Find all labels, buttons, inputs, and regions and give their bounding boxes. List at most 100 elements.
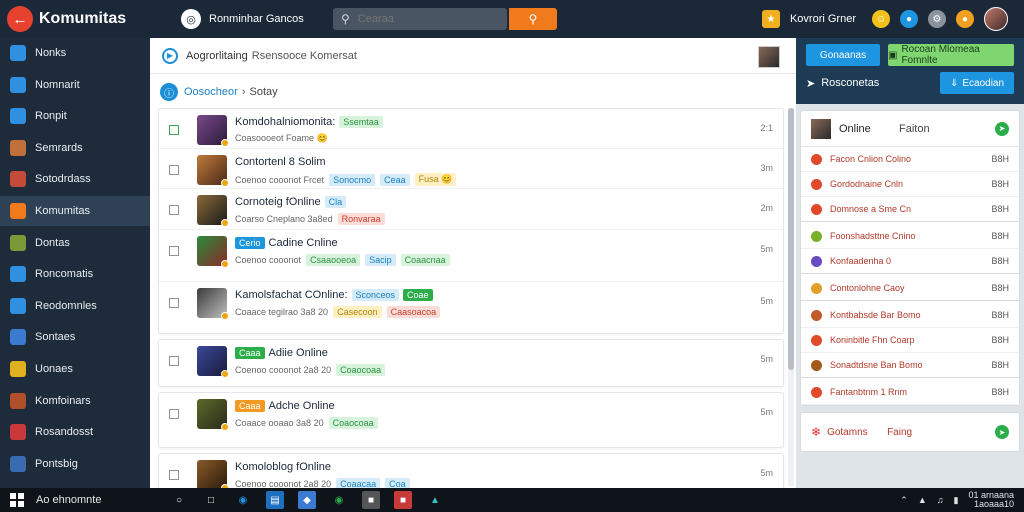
- scrollbar[interactable]: [788, 108, 794, 486]
- row-subtitle: Coaace ooaao 3a8 20: [235, 418, 324, 428]
- chart-icon: ➤: [806, 77, 816, 90]
- row-checkbox[interactable]: [169, 125, 179, 135]
- emoji-icon[interactable]: ☺: [872, 10, 890, 28]
- sidebar-item-nomnarit[interactable]: Nomnarit: [0, 70, 150, 100]
- online-entry[interactable]: Kontbabsde Bar Bomo B8H: [801, 303, 1019, 328]
- battery-icon[interactable]: ▮: [954, 495, 959, 506]
- task-view-icon[interactable]: □: [202, 491, 220, 509]
- notifications-icon[interactable]: ●: [900, 10, 918, 28]
- taskbar-search[interactable]: Ao ehnomnte: [36, 494, 156, 506]
- sidebar-item-label: Semrards: [35, 141, 83, 154]
- entry-value: B8H: [991, 204, 1009, 214]
- online-entry[interactable]: Facon Cnlion Colino B8H: [801, 147, 1019, 172]
- sidebar-item-dontas[interactable]: Dontas: [0, 228, 150, 258]
- row-body: Komdohalniomonita: Ssemtaa Coasoooeot Foam…: [235, 115, 383, 144]
- online-entry[interactable]: Gordodnaine Cnln B8H: [801, 172, 1019, 197]
- back-arrow-icon[interactable]: ←: [7, 6, 33, 32]
- row-title[interactable]: Kamolsfachat COnline:: [235, 289, 348, 301]
- user-name[interactable]: Kovrori Grner: [790, 13, 856, 25]
- row-title[interactable]: Cornoteig fOnline: [235, 196, 321, 208]
- sidebar-item-semrards[interactable]: Semrards: [0, 133, 150, 163]
- online-entry[interactable]: Konfaadenha 0 B8H: [801, 249, 1019, 274]
- row-checkbox[interactable]: [169, 356, 179, 366]
- sidebar-item-nonks[interactable]: Nonks: [0, 38, 150, 68]
- row-title[interactable]: Adche Online: [269, 400, 335, 412]
- sidebar-item-roncomatis[interactable]: Roncomatis: [0, 259, 150, 289]
- trophy-icon[interactable]: ★: [761, 10, 780, 28]
- online-entry[interactable]: Contonlohne Caoy B8H: [801, 276, 1019, 301]
- row-title[interactable]: Komdohalniomonita:: [235, 116, 335, 128]
- thread-avatar: [197, 236, 229, 268]
- online-entry[interactable]: Koninbitle Fhn Coarp B8H: [801, 328, 1019, 353]
- clock[interactable]: 01 arnaana 1aoaaa10: [968, 491, 1014, 509]
- row-checkbox[interactable]: [169, 409, 179, 419]
- search-box[interactable]: ⚲: [333, 8, 507, 30]
- breadcrumb-parent[interactable]: Oosocheor: [184, 86, 238, 98]
- sidebar-item-reodomnles[interactable]: Reodomnles: [0, 291, 150, 321]
- row-checkbox[interactable]: [169, 298, 179, 308]
- list-item[interactable]: Kamolsfachat COnline: Sconceos Coae Coaace …: [159, 281, 783, 333]
- sidebar-item-pontsbig[interactable]: Pontsbig: [0, 449, 150, 479]
- entry-label: Foonshadsttne Cnino: [830, 231, 916, 241]
- sidebar-item-komfoinars[interactable]: Komfoinars: [0, 386, 150, 416]
- list-item[interactable]: Cornoteig fOnline Cla Coarso Cneplano 3a8e…: [159, 189, 783, 229]
- row-checkbox[interactable]: [169, 246, 179, 256]
- sidebar-item-sontaes[interactable]: Sontaes: [0, 322, 150, 352]
- app-icon[interactable]: ◆: [298, 491, 316, 509]
- go-arrow-icon[interactable]: ➤: [995, 121, 1009, 136]
- row-title[interactable]: Adiie Online: [269, 347, 328, 359]
- row-checkbox[interactable]: [169, 470, 179, 480]
- online-entry[interactable]: Foonshadsttne Cnino B8H: [801, 224, 1019, 249]
- sidebar-item-uonaes[interactable]: Uonaes: [0, 354, 150, 384]
- primary-action-button[interactable]: Gonaanas: [806, 44, 880, 66]
- mail-icon[interactable]: ■: [394, 491, 412, 509]
- footer-panel[interactable]: ❄ Gotamns Faing ➤: [800, 412, 1020, 452]
- go-arrow-icon[interactable]: ➤: [995, 425, 1009, 439]
- cube-icon: [10, 329, 26, 346]
- row-time: 2m: [760, 203, 773, 213]
- row-title[interactable]: Contortenl 8 Solim: [235, 156, 326, 168]
- chevron-up-icon[interactable]: ⌃: [900, 495, 908, 506]
- secondary-action-button[interactable]: ▣ Rocoan Mlomeaa Fomnlte: [888, 44, 1014, 66]
- start-menu-icon[interactable]: [10, 493, 24, 507]
- org-logo-icon[interactable]: ◎: [181, 9, 201, 29]
- scroll-thumb[interactable]: [788, 108, 794, 370]
- sidebar-item-sotodrdass[interactable]: Sotodrdass: [0, 164, 150, 194]
- sidebar-item-label: Reodomnles: [35, 299, 97, 312]
- volume-icon[interactable]: ♫: [937, 495, 944, 505]
- top-bar: ← Komumitas ◎ Ronminhar Gancos ⚲ ⚲ ★ Kov…: [0, 0, 1024, 38]
- org-name[interactable]: Ronminhar Gancos: [209, 13, 333, 25]
- download-button[interactable]: ⇓ Ecaodian: [940, 72, 1014, 94]
- list-item[interactable]: Caaa Adche Online Coaace ooaao 3a8 20 Coaoc…: [159, 393, 783, 447]
- search-circle-icon[interactable]: ○: [170, 491, 188, 509]
- list-item[interactable]: Komdohalniomonita: Ssemtaa Coasoooeot Foam…: [159, 109, 783, 149]
- header-avatar[interactable]: [758, 46, 780, 68]
- network-icon[interactable]: ▲: [918, 495, 927, 505]
- row-subtitle: Coarso Cneplano 3a8ed: [235, 214, 333, 224]
- sidebar-item-rosandosst[interactable]: Rosandosst: [0, 417, 150, 447]
- sidebar-item-ronpit[interactable]: Ronpit: [0, 101, 150, 131]
- search-input[interactable]: [357, 13, 488, 25]
- user-avatar[interactable]: [984, 7, 1008, 31]
- list-item[interactable]: Cerio Cadine Cnline Coenoo cooonot Csaaooeo…: [159, 229, 783, 281]
- game-icon[interactable]: ■: [362, 491, 380, 509]
- store-icon[interactable]: ▤: [266, 491, 284, 509]
- row-title[interactable]: Komoloblog fOnline: [235, 461, 331, 473]
- list-item[interactable]: Contortenl 8 Solim Coenoo cooonot Frcet So…: [159, 149, 783, 189]
- sidebar-item-label: Dontas: [35, 236, 70, 249]
- media-icon[interactable]: ◉: [330, 491, 348, 509]
- section-label-text: Rosconetas: [821, 77, 880, 89]
- browser-icon[interactable]: ◉: [234, 491, 252, 509]
- sidebar-item-komumitas[interactable]: Komumitas: [0, 195, 150, 226]
- row-checkbox[interactable]: [169, 205, 179, 215]
- search-button[interactable]: ⚲: [509, 8, 557, 30]
- row-checkbox[interactable]: [169, 165, 179, 175]
- list-item[interactable]: Caaa Adiie Online Coenoo cooonot 2a8 20 Coa…: [159, 340, 783, 386]
- coin-icon[interactable]: ●: [956, 10, 974, 28]
- pin-icon[interactable]: ▲: [426, 491, 444, 509]
- online-entry[interactable]: Fantanbtnm 1 Rnm B8H: [801, 380, 1019, 405]
- settings-icon[interactable]: ⚙: [928, 10, 946, 28]
- row-title[interactable]: Cadine Cnline: [269, 237, 338, 249]
- online-entry[interactable]: Domnose a Sme Cn B8H: [801, 197, 1019, 222]
- online-entry[interactable]: Sonadtdsne Ban Bomo B8H: [801, 353, 1019, 378]
